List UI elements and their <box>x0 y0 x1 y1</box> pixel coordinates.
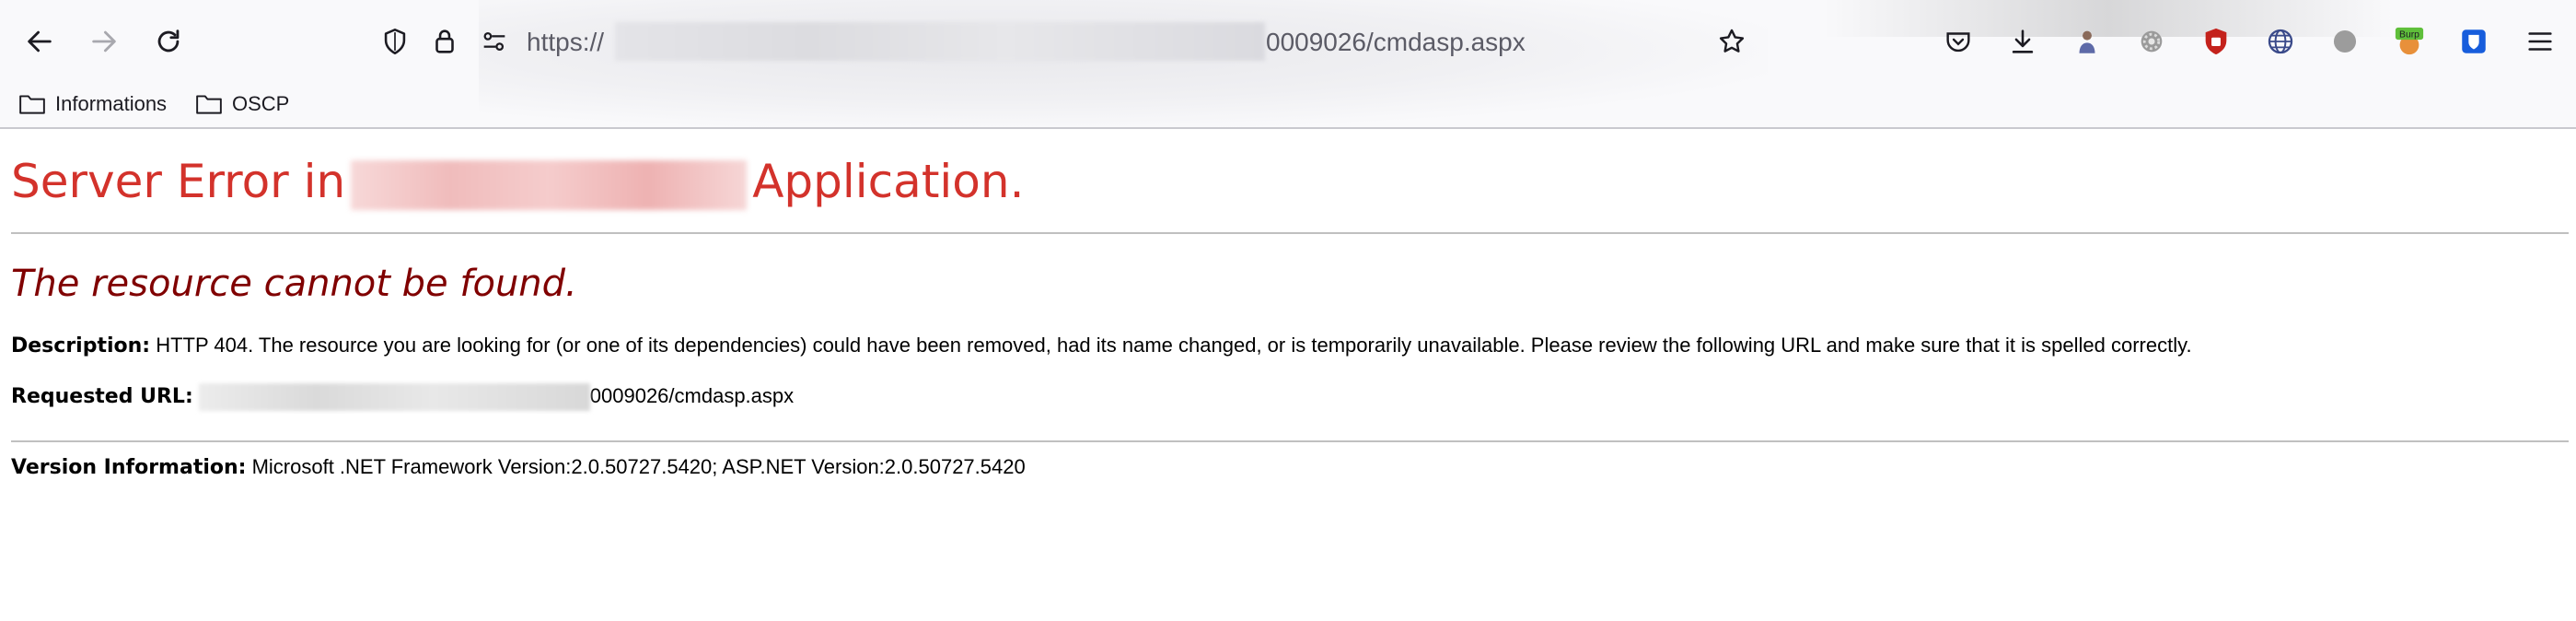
error-page: Server Error in Application. The resource… <box>0 129 2576 621</box>
version-line: Version Information: Microsoft .NET Fram… <box>11 455 1026 479</box>
ublock-icon <box>2205 28 2227 55</box>
profile-extension-button[interactable] <box>2066 20 2108 63</box>
back-button[interactable] <box>18 20 61 63</box>
error-subtitle: The resource cannot be found. <box>11 263 577 305</box>
url-prefix[interactable]: https:// <box>527 24 604 61</box>
permissions-sliders-icon <box>483 31 505 52</box>
reload-icon <box>157 29 180 53</box>
description-text: HTTP 404. The resource you are looking f… <box>150 334 2192 357</box>
browser-chrome: https:// 0009026/cmdasp.aspx Burp Inform… <box>0 0 2576 129</box>
url-suffix[interactable]: 0009026/cmdasp.aspx <box>1266 24 1526 61</box>
bitwarden-button[interactable] <box>2453 20 2495 63</box>
folder-icon <box>19 95 45 114</box>
url-redacted <box>615 22 1265 61</box>
profile-avatar-icon <box>2079 30 2095 53</box>
tracking-protection-button[interactable] <box>374 20 416 63</box>
globe-extension-button[interactable] <box>2259 20 2302 63</box>
divider <box>11 440 2569 442</box>
shield-icon <box>384 28 406 55</box>
bookmark-star-button[interactable] <box>1711 20 1753 63</box>
hamburger-menu-icon <box>2528 32 2552 51</box>
application-name-redacted <box>351 159 748 210</box>
page-title: Server Error in Application. <box>11 155 1024 210</box>
site-security-button[interactable] <box>424 20 466 63</box>
title-end: Application. <box>752 155 1025 208</box>
globe-extension-icon <box>2268 29 2293 54</box>
bookmark-label: Informations <box>55 92 168 115</box>
settings-gear-icon <box>2141 30 2163 53</box>
back-arrow-icon <box>28 30 52 53</box>
dark-reader-icon <box>2333 29 2357 53</box>
app-menu-button[interactable] <box>2519 20 2561 63</box>
version-text: Microsoft .NET Framework Version:2.0.507… <box>246 455 1026 478</box>
star-icon <box>1719 29 1745 53</box>
bookmark-folder-informations[interactable]: Informations <box>18 88 167 120</box>
version-label: Version Information: <box>11 456 247 479</box>
description-label: Description: <box>11 334 151 357</box>
permissions-button[interactable] <box>473 20 516 63</box>
requested-url-line: Requested URL: 0009026/cmdasp.aspx <box>11 383 794 411</box>
burp-extension-icon: Burp <box>2395 27 2424 55</box>
description-line: Description: HTTP 404. The resource you … <box>11 334 2192 357</box>
bitwarden-icon <box>2462 29 2486 53</box>
forward-button[interactable] <box>83 20 125 63</box>
pocket-icon <box>1946 32 1970 53</box>
requested-url-suffix: 0009026/cmdasp.aspx <box>589 383 795 407</box>
burp-badge-text: Burp <box>2399 29 2419 40</box>
forward-arrow-icon <box>92 30 116 53</box>
dark-reader-button[interactable] <box>2324 20 2366 63</box>
pocket-button[interactable] <box>1937 20 1979 63</box>
requested-url-label: Requested URL: <box>11 384 193 408</box>
folder-icon <box>196 95 222 114</box>
settings-extension-button[interactable] <box>2130 20 2173 63</box>
title-start: Server Error in <box>11 155 346 208</box>
bookmark-folder-oscp[interactable]: OSCP <box>195 88 289 120</box>
lock-icon <box>435 29 454 53</box>
ublock-button[interactable] <box>2195 20 2237 63</box>
reload-button[interactable] <box>147 20 190 63</box>
bookmarks-toolbar: Informations OSCP <box>0 83 2576 125</box>
downloads-button[interactable] <box>2002 20 2044 63</box>
requested-url-redacted <box>198 383 590 411</box>
divider <box>11 232 2569 234</box>
burp-extension-button[interactable]: Burp <box>2388 20 2431 63</box>
navigation-toolbar: https:// 0009026/cmdasp.aspx Burp <box>0 0 2576 83</box>
download-icon <box>2012 29 2034 53</box>
bookmark-label: OSCP <box>232 92 290 115</box>
